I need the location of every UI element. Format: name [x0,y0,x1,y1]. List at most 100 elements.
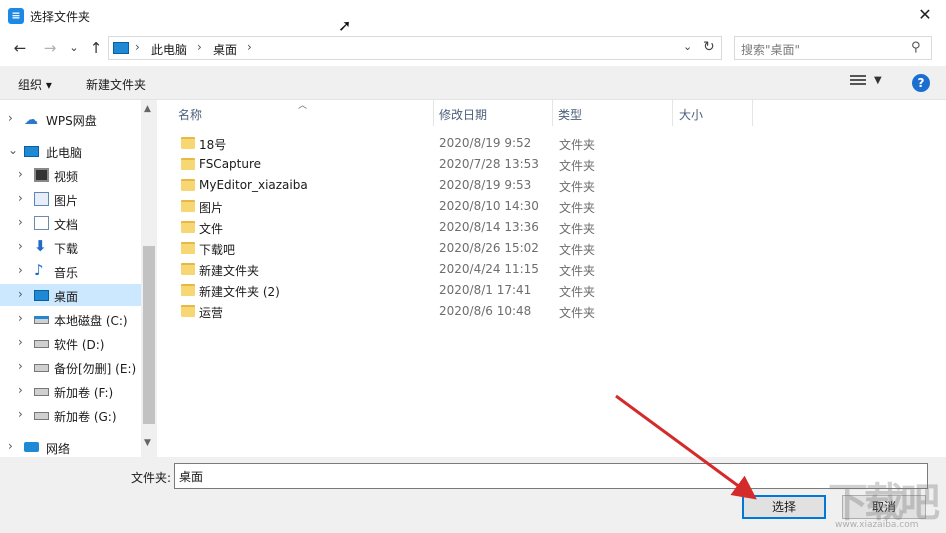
tree-item-label: 本地磁盘 (C:) [54,314,128,328]
expand-chevron-icon[interactable]: › [18,335,23,349]
file-row[interactable]: 下载吧 2020/8/26 15:02 文件夹 [171,238,751,259]
tree-item-drive-e[interactable]: › 备份[勿删] (E:) [0,356,141,378]
picture-icon [34,192,49,206]
view-options-icon[interactable] [850,75,866,89]
expand-chevron-icon[interactable]: › [18,287,23,301]
tree-item-downloads[interactable]: › ⬇ 下载 [0,236,141,258]
breadcrumb-desktop[interactable]: 桌面 [213,41,237,58]
file-type: 文件夹 [559,159,596,173]
help-button[interactable]: ? [912,74,930,92]
column-divider[interactable] [433,100,434,126]
scroll-up-icon[interactable]: ▲ [144,104,151,114]
tree-item-label: 视频 [54,170,79,184]
file-type: 文件夹 [559,222,596,236]
new-folder-button[interactable]: 新建文件夹 [86,76,146,93]
navigation-scrollbar[interactable]: ▲ ▼ [141,100,157,457]
tree-item-drive-c[interactable]: › 本地磁盘 (C:) [0,308,141,330]
column-divider[interactable] [752,100,753,126]
tree-item-this-pc[interactable]: ⌄ 此电脑 [0,140,141,162]
breadcrumb-this-pc[interactable]: 此电脑 [151,41,187,58]
network-icon [24,442,39,452]
expand-chevron-icon[interactable]: › [18,263,23,277]
file-date: 2020/8/6 10:48 [439,304,532,318]
select-button[interactable]: 选择 [742,495,826,519]
expand-chevron-icon[interactable]: › [18,311,23,325]
back-button[interactable]: ← [10,38,30,58]
file-type: 文件夹 [559,180,596,194]
file-name: 新建文件夹 (2) [199,285,280,299]
column-header-size[interactable]: 大小 [679,106,703,123]
folder-icon [181,137,195,149]
file-row[interactable]: 新建文件夹 (2) 2020/8/1 17:41 文件夹 [171,280,751,301]
file-name: 下载吧 [199,243,236,257]
address-bar[interactable]: › 此电脑 › 桌面 › ⌄ ↻ [108,36,722,60]
expand-chevron-icon[interactable]: › [8,439,13,453]
tree-item-pictures[interactable]: › 图片 [0,188,141,210]
folder-name-field[interactable] [174,463,928,489]
file-row[interactable]: MyEditor_xiazaiba 2020/8/19 9:53 文件夹 [171,175,751,196]
recent-locations-button[interactable]: ⌄ [64,38,84,58]
view-dropdown-icon[interactable]: ▼ [874,75,882,86]
tree-item-desktop[interactable]: › 桌面 [0,284,141,306]
search-input[interactable]: 搜索"桌面" [741,41,800,58]
up-button[interactable]: ↑ [86,38,106,58]
column-header-name[interactable]: 名称 [178,106,202,123]
file-type: 文件夹 [559,306,596,320]
download-icon: ⬇ [34,237,47,255]
column-header-date[interactable]: 修改日期 [439,106,487,123]
file-row[interactable]: 文件 2020/8/14 13:36 文件夹 [171,217,751,238]
file-row[interactable]: FSCapture 2020/7/28 13:53 文件夹 [171,154,751,175]
scrollbar-thumb[interactable] [143,246,155,424]
pc-icon [24,146,39,157]
column-divider[interactable] [672,100,673,126]
file-date: 2020/8/1 17:41 [439,283,532,297]
column-divider[interactable] [552,100,553,126]
tree-item-videos[interactable]: › 视频 [0,164,141,186]
file-row[interactable]: 运营 2020/8/6 10:48 文件夹 [171,301,751,322]
tree-item-wps-cloud[interactable]: › ☁ WPS网盘 [0,108,141,130]
window-title: 选择文件夹 [30,10,91,24]
tree-item-label: 备份[勿删] (E:) [54,362,137,376]
tree-item-drive-f[interactable]: › 新加卷 (F:) [0,380,141,402]
file-row[interactable]: 图片 2020/8/10 14:30 文件夹 [171,196,751,217]
address-dropdown-icon[interactable]: ⌄ [683,40,692,53]
folder-icon [181,263,195,275]
pc-icon [113,42,129,54]
expand-chevron-icon[interactable]: › [18,167,23,181]
breadcrumb-separator[interactable]: › [197,40,202,54]
close-button[interactable]: ✕ [910,4,940,26]
tree-item-network[interactable]: › 网络 [0,436,141,457]
tree-item-label: 新加卷 (F:) [54,386,114,400]
organize-button[interactable]: 组织 ▾ [18,76,52,93]
expand-chevron-icon[interactable]: › [18,359,23,373]
expand-chevron-icon[interactable]: › [18,383,23,397]
scroll-down-icon[interactable]: ▼ [144,438,151,448]
navigation-pane[interactable]: › ☁ WPS网盘 ⌄ 此电脑 › 视频 › 图片 › 文档 › ⬇ 下载 › … [0,100,157,457]
expand-chevron-icon[interactable]: › [18,215,23,229]
breadcrumb-separator[interactable]: › [247,40,252,54]
refresh-icon[interactable]: ↻ [703,39,715,55]
tree-item-drive-d[interactable]: › 软件 (D:) [0,332,141,354]
file-list[interactable]: ︿ 名称 修改日期 类型 大小 18号 2020/8/19 9:52 文件夹 F… [157,100,946,457]
app-icon: ≡ [8,8,24,24]
search-icon[interactable]: ⚲ [911,40,921,55]
search-box[interactable]: 搜索"桌面" ⚲ [734,36,932,60]
dialog-footer: 文件夹: 选择 取消 [0,457,946,533]
drive-icon [34,340,49,348]
title-bar: ≡ 选择文件夹 ✕ [0,0,946,32]
expand-chevron-icon[interactable]: › [18,239,23,253]
expand-chevron-icon[interactable]: › [18,191,23,205]
breadcrumb-separator[interactable]: › [135,40,140,54]
column-header-type[interactable]: 类型 [558,106,582,123]
file-date: 2020/8/19 9:53 [439,178,532,192]
file-row[interactable]: 18号 2020/8/19 9:52 文件夹 [171,133,751,154]
tree-item-label: 音乐 [54,266,79,280]
expand-chevron-icon[interactable]: › [8,111,13,125]
forward-button[interactable]: → [40,38,60,58]
tree-item-documents[interactable]: › 文档 [0,212,141,234]
tree-item-music[interactable]: › ♪ 音乐 [0,260,141,282]
collapse-chevron-icon[interactable]: ⌄ [8,143,18,157]
expand-chevron-icon[interactable]: › [18,407,23,421]
file-row[interactable]: 新建文件夹 2020/4/24 11:15 文件夹 [171,259,751,280]
tree-item-drive-g[interactable]: › 新加卷 (G:) [0,404,141,426]
